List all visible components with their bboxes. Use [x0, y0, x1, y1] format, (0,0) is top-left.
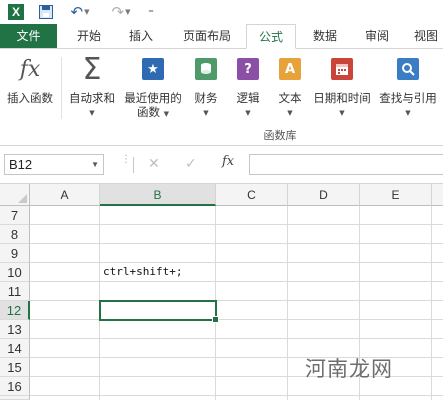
fx-icon: fx: [19, 56, 41, 82]
watermark: 河南龙网: [305, 357, 393, 381]
coins-icon: [192, 55, 220, 83]
tab-review[interactable]: 审阅: [352, 24, 402, 48]
gridline: [30, 224, 443, 225]
datetime-button[interactable]: 日期和时间 ▼: [310, 53, 374, 127]
question-icon: ?: [234, 55, 262, 83]
sigma-icon: Σ: [82, 51, 102, 87]
row-header-12[interactable]: 12: [0, 301, 30, 320]
gridline: [30, 338, 443, 339]
customize-qat-button[interactable]: ⁼: [144, 2, 158, 22]
recent-functions-button[interactable]: ★ 最近使用的 函数 ▼: [120, 53, 186, 127]
fill-handle[interactable]: [212, 316, 219, 323]
chevron-down-icon[interactable]: ▼: [91, 155, 99, 174]
row-header-9[interactable]: 9: [0, 244, 30, 263]
tab-insert[interactable]: 插入: [116, 24, 166, 48]
tab-data[interactable]: 数据: [300, 24, 350, 48]
row-header-11[interactable]: 11: [0, 282, 30, 301]
chevron-down-icon: ▼: [287, 109, 293, 117]
undo-button[interactable]: ↶ ▼: [64, 2, 96, 22]
redo-button[interactable]: ↷ ▼: [105, 2, 137, 22]
column-header-b[interactable]: B: [100, 184, 216, 206]
row-header-7[interactable]: 7: [0, 206, 30, 225]
column-header-c[interactable]: C: [216, 184, 288, 206]
gridline: [30, 262, 443, 263]
customize-icon: ⁼: [148, 5, 154, 19]
logical-label: 逻辑: [236, 91, 260, 105]
excel-logo-letter: X: [8, 4, 24, 20]
row-header-15[interactable]: 15: [0, 358, 30, 377]
financial-label: 财务: [194, 91, 218, 105]
enter-icon[interactable]: ✓: [185, 156, 197, 172]
calendar-icon: [328, 55, 356, 83]
gridline: [287, 206, 288, 400]
lookup-reference-button[interactable]: 查找与引用 ▼: [376, 53, 440, 127]
financial-button[interactable]: 财务 ▼: [186, 53, 226, 127]
gridline: [431, 206, 432, 400]
magnifier-icon: [394, 55, 422, 83]
lookup-reference-label: 查找与引用: [379, 91, 437, 105]
excel-logo-icon: X: [6, 2, 26, 22]
column-header-e[interactable]: E: [360, 184, 432, 206]
row-header-13[interactable]: 13: [0, 320, 30, 339]
cancel-icon[interactable]: ✕: [148, 156, 160, 172]
ribbon-tab-bar: 文件 开始 插入 页面布局 公式 数据 审阅 视图: [0, 24, 443, 49]
chevron-down-icon: ▼: [203, 109, 209, 117]
save-button[interactable]: [36, 2, 56, 22]
undo-dropdown-icon[interactable]: ▼: [84, 8, 89, 16]
formula-input[interactable]: [249, 154, 443, 175]
chevron-down-icon: ▼: [163, 110, 170, 118]
tab-home[interactable]: 开始: [64, 24, 114, 48]
datetime-label: 日期和时间: [313, 91, 371, 105]
redo-dropdown-icon[interactable]: ▼: [125, 8, 130, 16]
row-header-17[interactable]: [0, 396, 30, 400]
ribbon-formulas: fx 插入函数 Σ 自动求和 ▼ ★ 最近使用的 函数 ▼ 财务 ▼ ? 逻辑 …: [0, 49, 443, 146]
tab-view[interactable]: 视图: [404, 24, 443, 48]
tab-formulas[interactable]: 公式: [246, 24, 296, 49]
text-a-icon: A: [276, 55, 304, 83]
recent-functions-label: 最近使用的: [124, 91, 182, 105]
autosum-label: 自动求和: [69, 91, 115, 105]
gridline: [30, 281, 443, 282]
name-box[interactable]: B12 ▼: [4, 154, 104, 175]
name-box-value: B12: [9, 157, 33, 172]
formula-bar-grip-icon: ⋮: [121, 154, 131, 165]
gridline: [30, 300, 443, 301]
chevron-down-icon: ▼: [245, 109, 251, 117]
text-button[interactable]: A 文本 ▼: [270, 53, 310, 127]
cell-b10[interactable]: ctrl+shift+;: [103, 262, 182, 281]
insert-function-button[interactable]: fx 插入函数: [0, 53, 60, 127]
tab-page-layout[interactable]: 页面布局: [172, 24, 242, 48]
undo-icon: ↶: [70, 2, 84, 21]
divider: [133, 157, 134, 173]
redo-icon: ↷: [111, 2, 125, 21]
chevron-down-icon: ▼: [339, 109, 345, 117]
text-label: 文本: [278, 91, 302, 105]
column-header-d[interactable]: D: [288, 184, 360, 206]
recent-functions-label-line2: 函数: [136, 105, 160, 119]
column-header-a[interactable]: A: [30, 184, 100, 206]
quick-access-toolbar: X ↶ ▼ ↷ ▼ ⁼: [0, 0, 443, 24]
tab-file[interactable]: 文件: [0, 24, 57, 48]
row-header-8[interactable]: 8: [0, 225, 30, 244]
chevron-down-icon: ▼: [405, 109, 411, 117]
select-all-button[interactable]: [0, 184, 30, 206]
insert-function-icon[interactable]: fx: [222, 154, 234, 169]
gridline: [30, 243, 443, 244]
row-header-16[interactable]: 16: [0, 377, 30, 396]
selected-cell-b12[interactable]: [99, 300, 219, 323]
row-header-10[interactable]: 10: [0, 263, 30, 282]
gridline: [30, 319, 443, 320]
star-icon: ★: [139, 55, 167, 83]
row-header-14[interactable]: 14: [0, 339, 30, 358]
gridline: [30, 395, 443, 396]
save-icon: [39, 5, 53, 19]
column-header-f-partial[interactable]: [432, 184, 443, 206]
formula-bar: B12 ▼ ⋮ ✕ ✓ fx: [0, 146, 443, 184]
logical-button[interactable]: ? 逻辑 ▼: [228, 53, 268, 127]
autosum-button[interactable]: Σ 自动求和 ▼: [62, 51, 122, 127]
chevron-down-icon: ▼: [89, 109, 95, 117]
function-library-group-label: 函数库: [263, 129, 297, 142]
insert-function-label: 插入函数: [7, 91, 53, 105]
